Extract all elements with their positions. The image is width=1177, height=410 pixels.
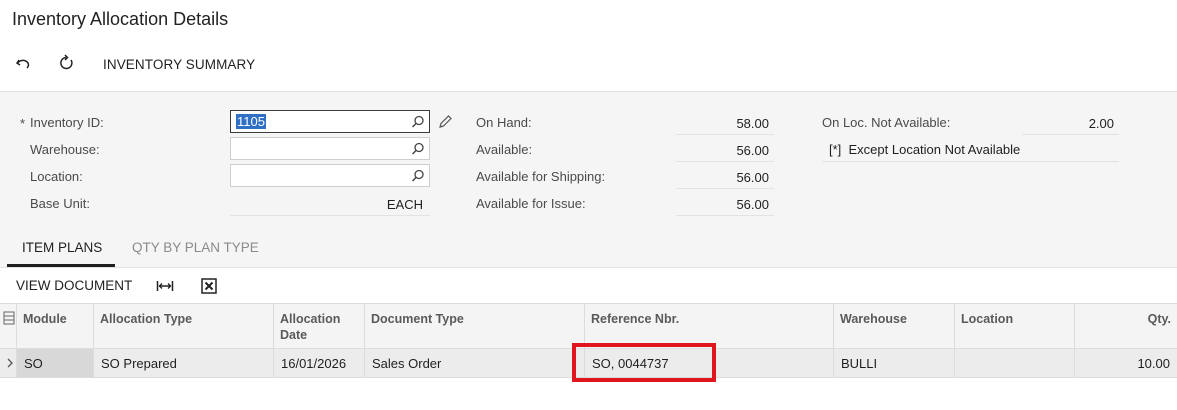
available-label: Available:	[476, 142, 533, 157]
edit-pencil-icon[interactable]	[437, 114, 453, 130]
available-value: 56.00	[736, 143, 769, 158]
col-module[interactable]: Module	[16, 304, 94, 349]
on-loc-not-available-underline	[1022, 134, 1119, 135]
available-underline	[676, 161, 774, 162]
cell-module[interactable]: SO	[16, 349, 94, 377]
required-marker: *	[20, 116, 26, 131]
col-allocation-date[interactable]: Allocation Date	[273, 304, 364, 349]
undo-icon[interactable]	[14, 54, 34, 74]
location-input[interactable]	[230, 164, 430, 187]
col-qty[interactable]: Qty.	[1074, 304, 1177, 349]
available-shipping-value: 56.00	[736, 170, 769, 185]
base-unit-underline	[230, 215, 430, 216]
inventory-id-input[interactable]: 1105	[230, 110, 430, 133]
available-issue-value: 56.00	[736, 197, 769, 212]
search-icon[interactable]	[410, 168, 426, 184]
on-loc-not-available-value: 2.00	[1088, 116, 1114, 131]
on-hand-underline	[676, 134, 774, 135]
cell-allocation-type[interactable]: SO Prepared	[93, 349, 274, 377]
cell-allocation-date[interactable]: 16/01/2026	[273, 349, 364, 377]
base-unit-label: Base Unit:	[30, 196, 90, 211]
col-location[interactable]: Location	[954, 304, 1075, 349]
view-document-button[interactable]: VIEW DOCUMENT	[16, 278, 132, 293]
refresh-icon[interactable]	[58, 54, 78, 74]
cell-document-type[interactable]: Sales Order	[364, 349, 584, 377]
row-expand-chevron-icon[interactable]	[5, 356, 15, 370]
cell-qty[interactable]: 10.00	[1074, 349, 1177, 377]
grid-toolbar: VIEW DOCUMENT	[0, 267, 1177, 303]
inventory-id-label: Inventory ID:	[30, 115, 104, 130]
main-toolbar: INVENTORY SUMMARY	[0, 50, 400, 78]
cell-warehouse[interactable]: BULLI	[833, 349, 954, 377]
available-issue-label: Available for Issue:	[476, 196, 586, 211]
on-loc-not-available-label: On Loc. Not Available:	[822, 115, 951, 130]
tab-bar: ITEM PLANS QTY BY PLAN TYPE	[0, 230, 1177, 267]
search-icon[interactable]	[410, 141, 426, 157]
available-shipping-label: Available for Shipping:	[476, 169, 606, 184]
tab-qty-by-plan-type[interactable]: QTY BY PLAN TYPE	[132, 240, 259, 255]
warehouse-input[interactable]	[230, 137, 430, 160]
highlight-annotation-box	[572, 343, 716, 382]
base-unit-value: EACH	[386, 197, 423, 212]
col-document-type[interactable]: Document Type	[364, 304, 584, 349]
available-issue-underline	[676, 215, 774, 216]
except-location-underline	[822, 161, 1119, 162]
inventory-summary-button[interactable]: INVENTORY SUMMARY	[103, 57, 255, 72]
page-title: Inventory Allocation Details	[12, 9, 229, 29]
search-icon[interactable]	[410, 114, 426, 130]
fit-columns-icon[interactable]	[156, 277, 174, 295]
warehouse-label: Warehouse:	[30, 142, 100, 157]
excel-export-icon[interactable]	[200, 277, 218, 295]
tab-item-plans[interactable]: ITEM PLANS	[22, 240, 102, 255]
col-allocation-type[interactable]: Allocation Type	[93, 304, 274, 349]
on-hand-label: On Hand:	[476, 115, 532, 130]
inventory-id-value: 1105	[236, 114, 266, 129]
location-label: Location:	[30, 169, 83, 184]
on-hand-value: 58.00	[736, 116, 769, 131]
cell-location[interactable]	[954, 349, 1075, 377]
available-shipping-underline	[676, 188, 774, 189]
except-location-checkbox[interactable]: [*] Except Location Not Available	[829, 142, 1020, 157]
row-selector-icon[interactable]	[3, 311, 15, 325]
col-warehouse[interactable]: Warehouse	[833, 304, 954, 349]
